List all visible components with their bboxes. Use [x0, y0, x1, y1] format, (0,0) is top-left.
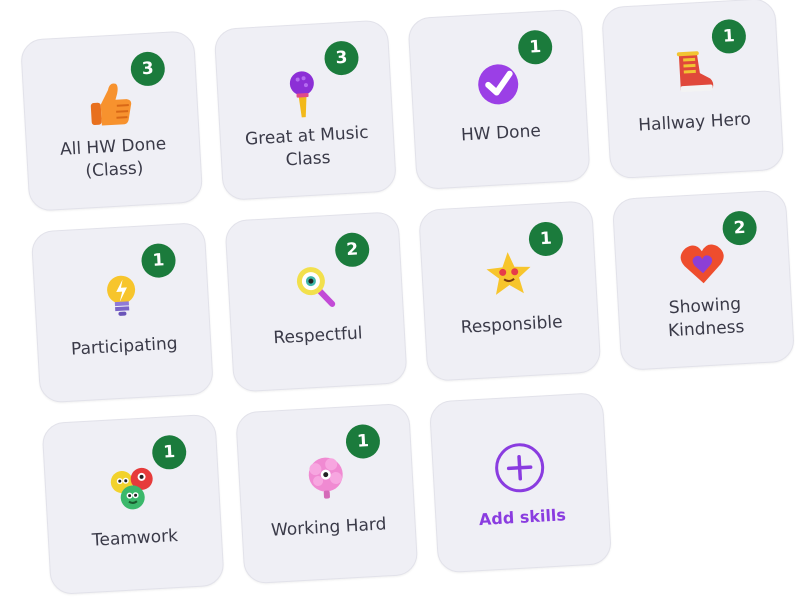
plus-icon — [492, 440, 547, 495]
skills-grid: 3 All HW Done (Class) 3 Great at Music C… — [20, 0, 795, 596]
skill-label: Showing Kindness — [667, 294, 745, 342]
skill-tile-all-hw-done[interactable]: 3 All HW Done (Class) — [20, 30, 204, 212]
skill-tile-hallway-hero[interactable]: 1 Hallway Hero — [601, 0, 785, 180]
thumbs-up-icon — [81, 75, 140, 134]
star-icon — [479, 245, 538, 304]
skill-count-badge: 1 — [151, 434, 188, 471]
skill-count-badge: 1 — [528, 221, 564, 257]
skill-label: Working Hard — [270, 514, 387, 541]
skill-count-badge: 1 — [517, 29, 554, 66]
skills-panel: 3 All HW Done (Class) 3 Great at Music C… — [0, 0, 795, 608]
microphone-icon — [275, 64, 334, 123]
heart-icon — [673, 234, 732, 293]
skill-label: Participating — [70, 333, 179, 360]
skill-tile-respectful[interactable]: 2 Respectful — [224, 211, 408, 393]
skill-label: HW Done — [460, 121, 542, 146]
skill-label: Great at Music Class — [244, 122, 370, 171]
skill-tile-hw-done[interactable]: 1 HW Done — [407, 8, 591, 191]
magnifying-glass-icon — [286, 255, 345, 314]
skill-tile-working-hard[interactable]: 1 Working Hard — [235, 402, 419, 585]
monsters-icon — [103, 458, 162, 517]
skill-tile-teamwork[interactable]: 1 Teamwork — [41, 413, 225, 596]
skill-tile-great-at-music-class[interactable]: 3 Great at Music Class — [213, 19, 398, 201]
skill-label: Respectful — [272, 323, 364, 349]
skill-tile-showing-kindness[interactable]: 2 Showing Kindness — [611, 189, 795, 371]
brain-icon — [296, 447, 355, 506]
skill-count-badge: 1 — [140, 242, 177, 279]
skill-label: Responsible — [460, 312, 564, 338]
add-skills-label: Add skills — [478, 505, 567, 530]
skill-count-badge: 1 — [710, 18, 747, 55]
checkmark-icon — [469, 53, 528, 112]
skill-count-badge: 3 — [129, 50, 166, 87]
lightbulb-icon — [92, 266, 151, 325]
skill-label: Hallway Hero — [637, 109, 752, 136]
skill-tile-participating[interactable]: 1 Participating — [30, 221, 215, 404]
skill-count-badge: 2 — [334, 231, 371, 268]
skill-label: Teamwork — [91, 525, 179, 551]
skill-tile-responsible[interactable]: 1 Responsible — [418, 200, 602, 382]
skill-label: All HW Done (Class) — [59, 134, 167, 182]
sneaker-icon — [662, 42, 721, 101]
add-skills-button[interactable]: Add skills — [428, 392, 613, 574]
